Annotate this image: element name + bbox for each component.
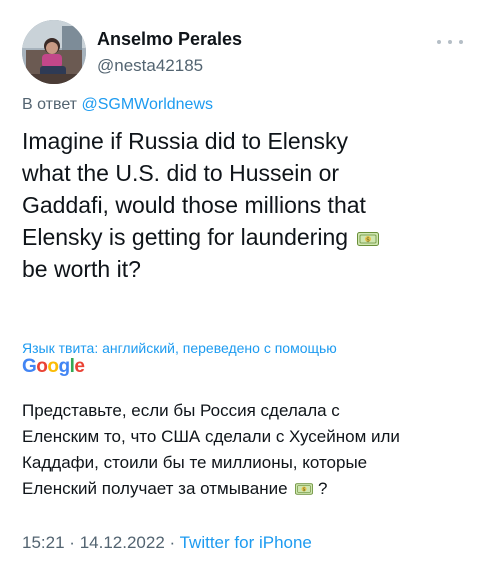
more-options-icon[interactable]: [437, 37, 463, 47]
more-dot-icon: [437, 40, 441, 44]
reply-prefix: В ответ: [22, 96, 78, 113]
tweet-line: Elensky is getting for laundering: [22, 224, 349, 250]
avatar[interactable]: [22, 20, 86, 84]
tweet-text: Imagine if Russia did to Elensky what th…: [22, 125, 462, 285]
money-icon: $: [295, 483, 314, 495]
translation-line: Еленским то, что США сделали с Хусейном …: [22, 427, 400, 446]
translation-line: Каддафи, стоили бы те миллионы, которые: [22, 453, 368, 472]
tweet-time: 15:21: [22, 533, 65, 552]
svg-text:$: $: [367, 237, 371, 244]
more-dot-icon: [459, 40, 463, 44]
tweet-line: Imagine if Russia did to Elensky: [22, 128, 348, 154]
tweet-source-link[interactable]: Twitter for iPhone: [180, 533, 312, 552]
profile-photo-icon: [22, 20, 86, 84]
tweet-line: be worth it?: [22, 256, 141, 282]
tweet-metadata: 15:21 · 14.12.2022 · Twitter for iPhone: [22, 533, 312, 553]
svg-text:$: $: [303, 487, 306, 493]
money-icon: $: [357, 232, 380, 246]
translation-label[interactable]: Язык твита: английский, переведено с пом…: [22, 340, 337, 356]
tweet-header: Anselmo Perales @nesta42185: [0, 0, 480, 110]
author-name[interactable]: Anselmo Perales: [97, 29, 242, 50]
author-handle[interactable]: @nesta42185: [97, 56, 203, 76]
tweet-line: what the U.S. did to Hussein or: [22, 160, 340, 186]
translated-text: Представьте, если бы Россия сделала с Ел…: [22, 398, 462, 502]
reply-mention-link[interactable]: @SGMWorldnews: [81, 96, 213, 113]
meta-separator: ·: [169, 533, 176, 552]
meta-separator: ·: [69, 533, 75, 552]
translation-question-mark: ?: [318, 479, 328, 498]
translation-line: Представьте, если бы Россия сделала с: [22, 401, 340, 420]
google-logo: Google: [22, 356, 85, 377]
translation-line-with-emoji: Еленский получает за отмывание $ ?: [22, 476, 462, 502]
tweet-date: 14.12.2022: [79, 533, 165, 552]
more-dot-icon: [448, 40, 452, 44]
tweet-line-with-emoji: Elensky is getting for laundering $: [22, 221, 462, 253]
tweet-line: Gaddafi, would those millions that: [22, 192, 366, 218]
reply-context: В ответ @SGMWorldnews: [22, 96, 213, 114]
translation-line: Еленский получает за отмывание: [22, 479, 288, 498]
